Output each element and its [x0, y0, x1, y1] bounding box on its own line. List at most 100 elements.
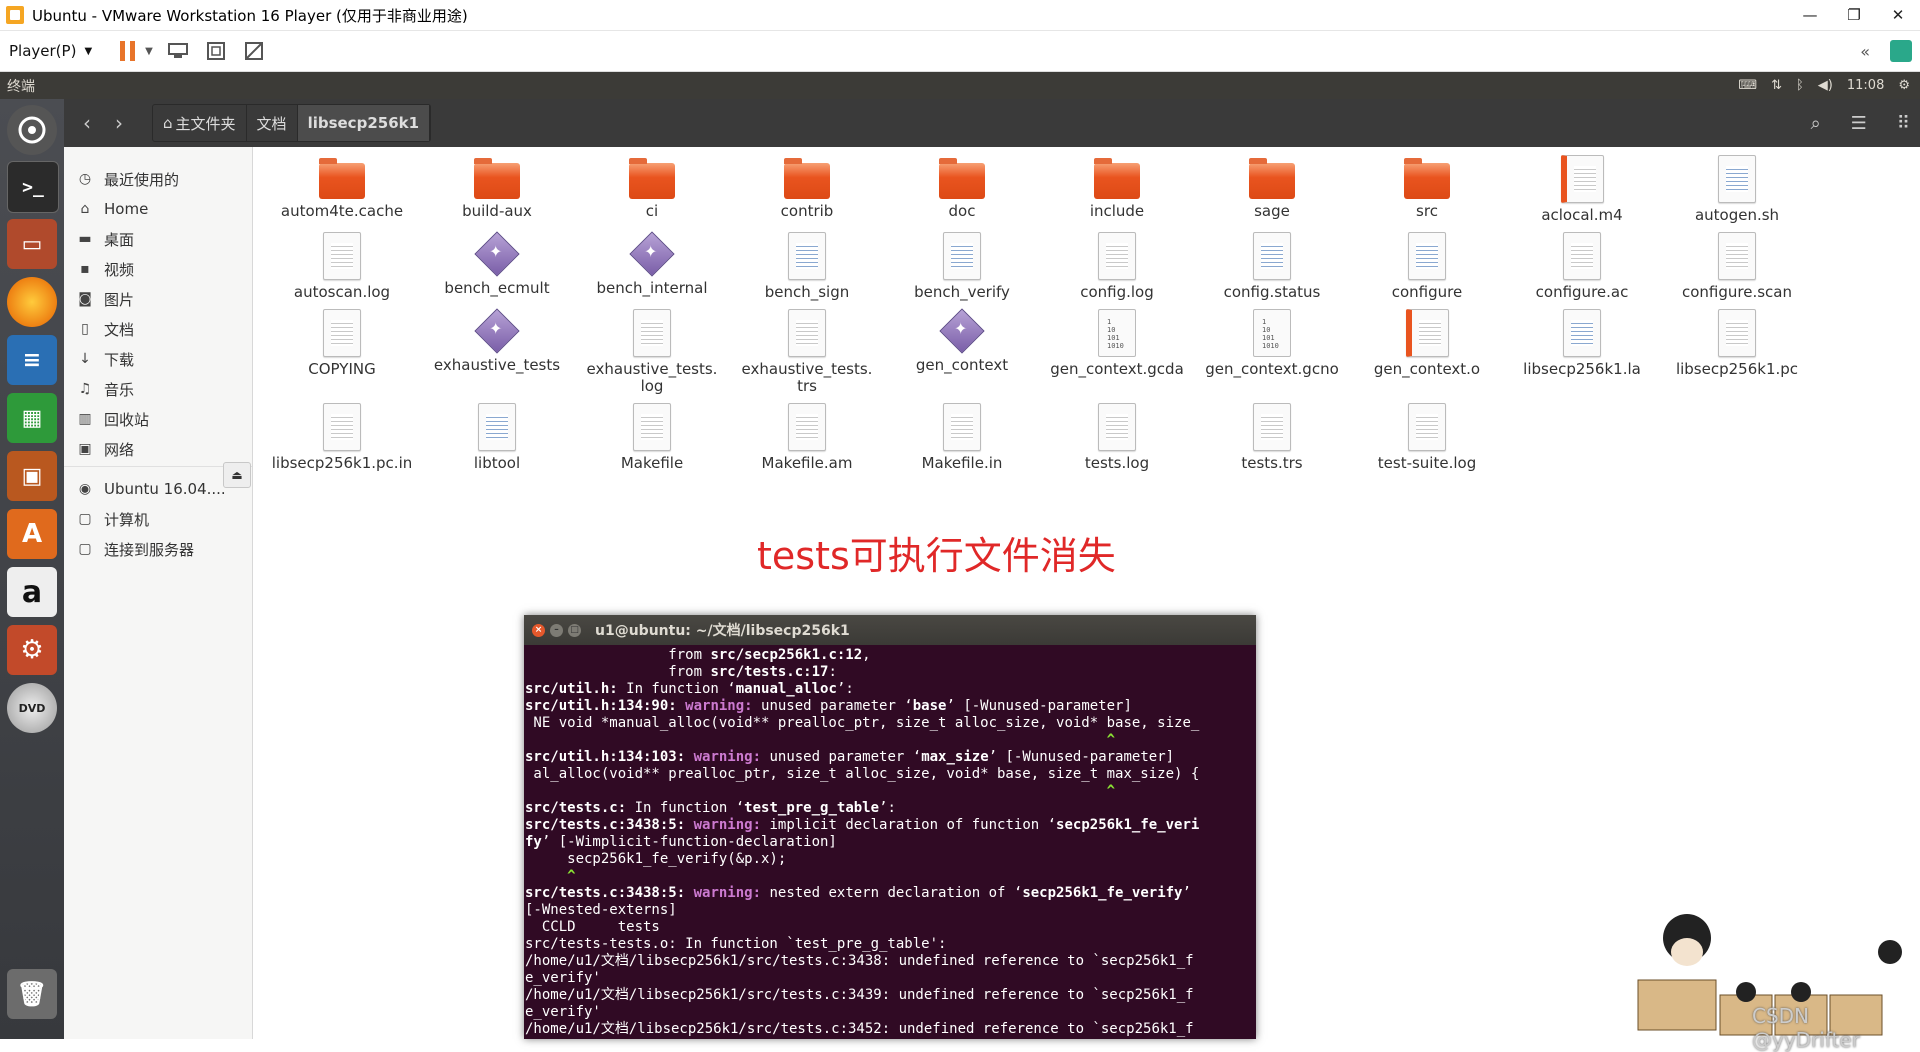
file-item[interactable]: libsecp256k1.pc.in — [267, 403, 417, 472]
sidebar-item[interactable]: ◷ 最近使用的 — [64, 165, 252, 193]
restore-button[interactable]: ❐ — [1832, 0, 1876, 30]
file-item[interactable]: config.log — [1042, 232, 1192, 301]
file-item[interactable]: gen_context — [887, 309, 1037, 374]
volume-icon[interactable]: ◀) — [1818, 78, 1833, 93]
sidebar-item[interactable]: ◙ 图片 — [64, 285, 252, 313]
breadcrumb-home[interactable]: ⌂ 主文件夹 — [153, 105, 247, 141]
unity-mode-icon[interactable] — [241, 39, 267, 63]
file-item[interactable]: 1 10 101 1010 gen_context.gcno — [1197, 309, 1347, 378]
terminal-maximize-button[interactable]: □ — [568, 623, 581, 637]
file-item[interactable]: ci — [577, 155, 727, 220]
sidebar-item-label: Ubuntu 16.04.... — [104, 480, 226, 498]
file-item[interactable]: include — [1042, 155, 1192, 220]
file-item[interactable]: COPYING — [267, 309, 417, 378]
sidebar-item[interactable]: ⌂ Home — [64, 195, 252, 223]
file-item[interactable]: autoscan.log — [267, 232, 417, 301]
search-icon[interactable]: ⌕ — [1811, 113, 1821, 134]
file-item[interactable]: libtool — [422, 403, 572, 472]
terminal-minimize-button[interactable]: – — [550, 623, 563, 637]
dash-home-icon[interactable] — [7, 105, 57, 155]
keyboard-icon[interactable]: ⌨ — [1738, 78, 1757, 93]
file-item[interactable]: bench_ecmult — [422, 232, 572, 297]
software-center-icon[interactable]: A — [7, 509, 57, 559]
file-item[interactable]: gen_context.o — [1352, 309, 1502, 378]
pause-button[interactable] — [120, 41, 136, 61]
home-icon: ⌂ — [80, 201, 90, 217]
forward-button[interactable]: › — [104, 108, 134, 138]
executable-icon — [630, 232, 674, 276]
network-transfer-icon[interactable]: ⇅ — [1771, 78, 1782, 93]
bluetooth-icon[interactable]: ᛒ — [1796, 78, 1804, 93]
terminal-window[interactable]: × – □ u1@ubuntu: ~/文档/libsecp256k1 from … — [524, 615, 1256, 1039]
file-item[interactable]: bench_sign — [732, 232, 882, 301]
sidebar-item[interactable]: ▥ 回收站 — [64, 405, 252, 433]
sidebar-item[interactable]: ▢ 连接到服务器 — [64, 535, 252, 563]
file-item[interactable]: src — [1352, 155, 1502, 220]
pause-dropdown-icon[interactable]: ▼ — [145, 46, 153, 57]
back-button[interactable]: ‹ — [72, 108, 102, 138]
trash-icon[interactable]: 🗑 — [7, 969, 57, 1019]
dvd-icon[interactable]: DVD — [7, 683, 57, 733]
file-item[interactable]: Makefile.in — [887, 403, 1037, 472]
file-item[interactable]: exhaustive_tests — [422, 309, 572, 374]
file-item[interactable]: libsecp256k1.pc — [1662, 309, 1812, 378]
sidebar-item[interactable]: ▯ 文档 — [64, 315, 252, 343]
file-item[interactable]: sage — [1197, 155, 1347, 220]
fullscreen-icon[interactable] — [203, 39, 229, 63]
file-item[interactable]: configure.ac — [1507, 232, 1657, 301]
sidebar-item[interactable]: ▬ 桌面 — [64, 225, 252, 253]
file-item[interactable]: test-suite.log — [1352, 403, 1502, 472]
text-file-icon — [1098, 403, 1136, 451]
settings-gear-icon[interactable]: ⚙ — [1898, 78, 1910, 93]
breadcrumb-current[interactable]: libsecp256k1 — [297, 105, 431, 141]
text-file-icon — [323, 232, 361, 280]
list-view-icon[interactable]: ☰ — [1851, 113, 1867, 134]
file-item[interactable]: libsecp256k1.la — [1507, 309, 1657, 378]
file-item[interactable]: build-aux — [422, 155, 572, 220]
disc-icon: ◉ — [78, 481, 92, 497]
file-item[interactable]: bench_verify — [887, 232, 1037, 301]
files-icon[interactable]: ▭ — [7, 219, 57, 269]
player-menu[interactable]: Player(P) ▼ — [9, 42, 92, 60]
file-item[interactable]: aclocal.m4 — [1507, 155, 1657, 224]
breadcrumb-documents[interactable]: 文档 — [247, 105, 298, 141]
file-item[interactable]: configure.scan — [1662, 232, 1812, 301]
file-item[interactable]: 1 10 101 1010 gen_context.gcda — [1042, 309, 1192, 378]
send-ctrl-alt-del-icon[interactable] — [165, 39, 191, 63]
file-item[interactable]: exhaustive_tests. log — [577, 309, 727, 395]
grid-view-icon[interactable]: ⠿ — [1897, 113, 1910, 134]
amazon-icon[interactable]: a — [7, 567, 57, 617]
sidebar-item[interactable]: ▣ 网络 — [64, 435, 252, 463]
terminal-output[interactable]: from src/secp256k1.c:12, from src/tests.… — [524, 645, 1256, 1038]
watermark: CSDN @yyDrifter — [1752, 1004, 1860, 1052]
sidebar-item[interactable]: ↓ 下载 — [64, 345, 252, 373]
sidebar-item[interactable]: ▪ 视频 — [64, 255, 252, 283]
file-item[interactable]: exhaustive_tests. trs — [732, 309, 882, 395]
system-settings-icon[interactable]: ⚙ — [7, 625, 57, 675]
file-item[interactable]: autom4te.cache — [267, 155, 417, 220]
collapse-toolbar-icon[interactable]: « — [1860, 42, 1870, 61]
impress-icon[interactable]: ▣ — [7, 451, 57, 501]
message-log-icon[interactable] — [1890, 40, 1912, 62]
file-item[interactable]: Makefile — [577, 403, 727, 472]
minimize-button[interactable]: — — [1788, 0, 1832, 30]
file-item[interactable]: config.status — [1197, 232, 1347, 301]
file-item[interactable]: tests.log — [1042, 403, 1192, 472]
file-item[interactable]: autogen.sh — [1662, 155, 1812, 224]
file-item[interactable]: configure — [1352, 232, 1502, 301]
writer-icon[interactable]: ≡ — [7, 335, 57, 385]
file-item[interactable]: doc — [887, 155, 1037, 220]
sidebar-item[interactable]: ♫ 音乐 — [64, 375, 252, 403]
clock[interactable]: 11:08 — [1847, 78, 1884, 93]
eject-icon[interactable]: ⏏ — [223, 462, 251, 488]
terminal-close-button[interactable]: × — [532, 623, 545, 637]
terminal-icon[interactable]: >_ — [7, 161, 59, 213]
file-item[interactable]: contrib — [732, 155, 882, 220]
file-item[interactable]: Makefile.am — [732, 403, 882, 472]
close-button[interactable]: ✕ — [1876, 0, 1920, 30]
firefox-icon[interactable] — [7, 277, 57, 327]
file-item[interactable]: tests.trs — [1197, 403, 1347, 472]
sidebar-item[interactable]: ▢ 计算机 — [64, 505, 252, 533]
calc-icon[interactable]: ▦ — [7, 393, 57, 443]
file-item[interactable]: bench_internal — [577, 232, 727, 297]
